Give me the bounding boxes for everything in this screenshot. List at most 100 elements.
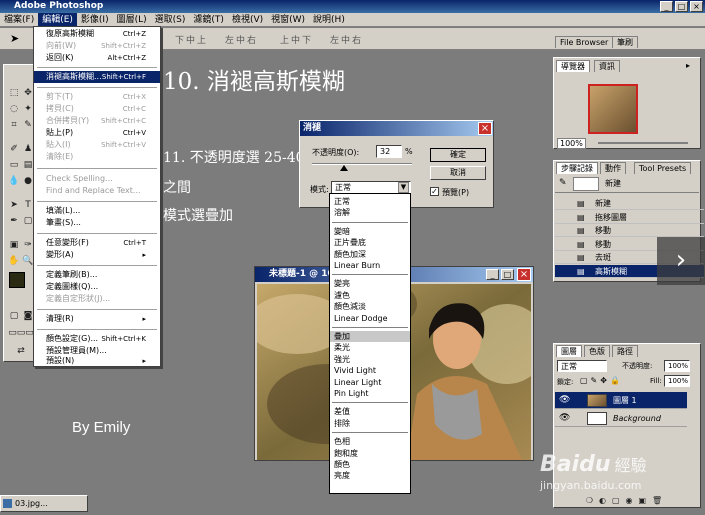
chevron-down-icon[interactable]: ▼	[398, 182, 409, 193]
menu-item-clear[interactable]: 清除(E)	[34, 151, 160, 163]
menu-item-step-backward[interactable]: 返回(K) Alt+Ctrl+Z	[34, 52, 160, 64]
standard-mode-icon[interactable]: ▢	[8, 310, 20, 322]
menu-item-cut[interactable]: 剪下(T) Ctrl+X	[34, 91, 160, 103]
menu-select[interactable]: 選取(S)	[151, 13, 190, 27]
hand-tool-icon[interactable]: ✋	[8, 255, 20, 267]
minimized-document[interactable]: 03.jpg...	[0, 495, 88, 512]
tab-file-browser[interactable]: File Browser	[555, 36, 614, 48]
blend-mode-option[interactable]: 正片疊底	[330, 237, 410, 248]
lasso-tool-icon[interactable]: ◌	[8, 103, 20, 115]
blend-mode-option[interactable]: Vivid Light	[330, 365, 410, 376]
blend-mode-option[interactable]: 疊加	[330, 331, 410, 342]
move-tool-icon[interactable]: ➤	[10, 32, 19, 45]
history-item[interactable]: ▤ 新建	[555, 197, 704, 210]
doc-minimize-button[interactable]: _	[486, 269, 499, 280]
blend-mode-option[interactable]: 顏色減淡	[330, 301, 410, 312]
layer-opacity-input[interactable]: 100%	[664, 360, 690, 372]
distribute-buttons-2[interactable]: 左中右	[330, 33, 363, 46]
foreground-color-swatch[interactable]	[9, 272, 25, 288]
tab-actions[interactable]: 動作	[600, 162, 626, 174]
panel-menu-icon[interactable]: ▸	[686, 61, 690, 70]
navigator-zoom-slider[interactable]	[598, 142, 688, 144]
menu-filter[interactable]: 濾鏡(T)	[189, 13, 228, 27]
menu-item-define-custom-shape[interactable]: 定義自定形狀(J)...	[34, 293, 160, 305]
doc-maximize-button[interactable]: □	[501, 269, 514, 280]
menu-item-stroke[interactable]: 筆畫(S)...	[34, 217, 160, 229]
path-select-icon[interactable]: ➤	[8, 199, 20, 211]
close-button[interactable]: ×	[690, 1, 703, 12]
blend-mode-option[interactable]: Linear Light	[330, 377, 410, 388]
blend-mode-option[interactable]: 色相	[330, 436, 410, 447]
layer-row[interactable]: 👁 Background	[555, 410, 687, 427]
blend-mode-option[interactable]: 顏色加深	[330, 249, 410, 260]
menu-item-step-forward[interactable]: 向前(W) Shift+Ctrl+Z	[34, 40, 160, 52]
menu-file[interactable]: 檔案(F)	[0, 13, 38, 27]
blend-mode-option[interactable]: 溶解	[330, 207, 410, 218]
menu-item-paste[interactable]: 貼上(P) Ctrl+V	[34, 127, 160, 139]
menu-item-copy-merged[interactable]: 合併拷貝(Y) Shift+Ctrl+C	[34, 115, 160, 127]
blur-tool-icon[interactable]: 💧	[8, 175, 20, 187]
menu-item-fill[interactable]: 填滿(L)...	[34, 205, 160, 217]
history-brush-icon[interactable]: ✎	[559, 178, 567, 188]
menu-item-copy[interactable]: 拷貝(C) Ctrl+C	[34, 103, 160, 115]
align-buttons-2[interactable]: 左中右	[225, 33, 258, 46]
navigator-thumbnail[interactable]	[588, 84, 638, 134]
blend-mode-option[interactable]: Linear Dodge	[330, 313, 410, 324]
history-snapshot[interactable]: ✎ 新建	[555, 175, 699, 193]
blend-mode-option[interactable]: 排除	[330, 418, 410, 429]
menu-item-undo[interactable]: 復原高斯模糊 Ctrl+Z	[34, 28, 160, 40]
menu-window[interactable]: 視窗(W)	[267, 13, 309, 27]
history-item[interactable]: ▤ 拖移圖層	[555, 211, 704, 224]
blend-mode-option[interactable]: 強光	[330, 354, 410, 365]
crop-tool-icon[interactable]: ⌗	[8, 119, 20, 131]
blend-mode-option[interactable]: 差值	[330, 406, 410, 417]
opacity-slider-track[interactable]	[312, 163, 412, 165]
blend-mode-option[interactable]: 顏色	[330, 459, 410, 470]
layer-buttons[interactable]: ❍◐▢◉▣🗑	[556, 496, 698, 506]
blend-mode-option[interactable]: Linear Burn	[330, 260, 410, 271]
doc-close-button[interactable]: ×	[517, 268, 531, 281]
tab-tool-presets[interactable]: Tool Presets	[634, 162, 692, 174]
menu-item-presets[interactable]: 預設(N) ▸	[34, 355, 160, 367]
menu-view[interactable]: 檢視(V)	[228, 13, 267, 27]
layer-blend-mode-select[interactable]: 正常	[557, 360, 607, 372]
menu-item-find-replace[interactable]: Find and Replace Text...	[34, 185, 160, 197]
tab-channels[interactable]: 色版	[584, 345, 610, 357]
blend-mode-option[interactable]: 正常	[330, 196, 410, 207]
lock-icons[interactable]: ▢✎✥🔒	[580, 376, 623, 385]
tab-paths[interactable]: 路徑	[612, 345, 638, 357]
brush-tool-icon[interactable]: ✐	[8, 143, 20, 155]
maximize-button[interactable]: □	[675, 1, 688, 12]
menu-item-check-spelling[interactable]: Check Spelling...	[34, 173, 160, 185]
screen-mode-icons[interactable]: ▭▭▭	[8, 327, 34, 339]
menu-item-define-brush[interactable]: 定義筆刷(B)...	[34, 269, 160, 281]
opacity-slider-thumb[interactable]	[340, 165, 348, 171]
menu-item-color-settings[interactable]: 顏色設定(G)... Shift+Ctrl+K	[34, 333, 160, 345]
pen-tool-icon[interactable]: ✒	[8, 215, 20, 227]
tab-navigator[interactable]: 導覽器	[556, 60, 590, 72]
tab-brushes[interactable]: 筆刷	[612, 36, 638, 48]
notes-tool-icon[interactable]: ▣	[8, 239, 20, 251]
blend-mode-option[interactable]: 變暗	[330, 226, 410, 237]
tab-layers[interactable]: 圖層	[556, 345, 582, 357]
menu-image[interactable]: 影像(I)	[77, 13, 113, 27]
menu-edit[interactable]: 編輯(E)	[38, 13, 77, 27]
history-item[interactable]: ▤ 移動	[555, 224, 704, 238]
menu-item-paste-into[interactable]: 貼入(I) Shift+Ctrl+V	[34, 139, 160, 151]
align-buttons-1[interactable]: 下中上	[175, 33, 208, 46]
menu-item-transform[interactable]: 變形(A) ▸	[34, 249, 160, 261]
cancel-button[interactable]: 取消	[430, 166, 486, 180]
blend-mode-option[interactable]: 飽和度	[330, 448, 410, 459]
menu-item-fade[interactable]: 消褪高斯模糊... Shift+Ctrl+F	[34, 71, 160, 83]
blend-mode-option[interactable]: 變亮	[330, 278, 410, 289]
minimize-button[interactable]: _	[660, 1, 673, 12]
menu-item-free-transform[interactable]: 任意變形(F) Ctrl+T	[34, 237, 160, 249]
fade-dialog-close-button[interactable]: ×	[478, 122, 492, 135]
navigator-zoom[interactable]: 100%	[557, 138, 586, 149]
preview-checkbox[interactable]: ✓	[430, 187, 439, 196]
menu-item-purge[interactable]: 清理(R) ▸	[34, 313, 160, 325]
menu-item-define-pattern[interactable]: 定義圖樣(Q)...	[34, 281, 160, 293]
eraser-tool-icon[interactable]: ▭	[8, 159, 20, 171]
jump-to-imageready-icon[interactable]: ⇄	[8, 345, 34, 357]
fill-input[interactable]: 100%	[664, 375, 690, 387]
